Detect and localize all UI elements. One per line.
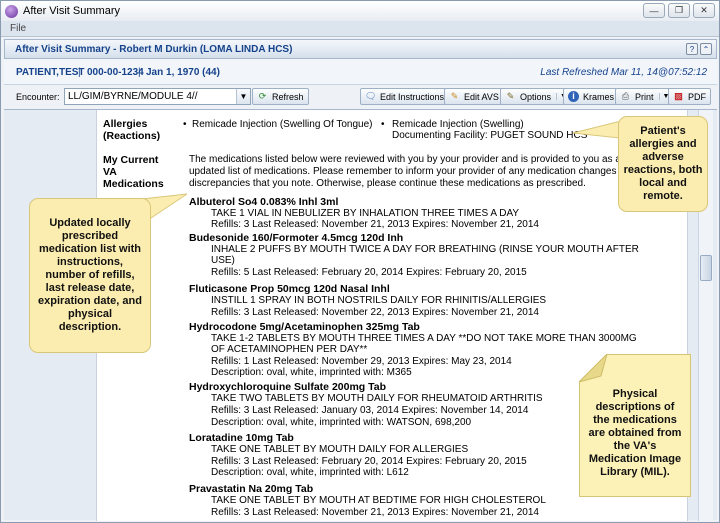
medication-name: Loratadine 10mg Tab bbox=[189, 432, 294, 444]
mil-note-text: Physical descriptions of the medications… bbox=[588, 388, 682, 478]
minimize-icon[interactable]: — bbox=[643, 3, 665, 18]
window-title: After Visit Summary bbox=[23, 5, 120, 17]
medication-description: Description: oval, white, imprinted with… bbox=[211, 467, 409, 478]
summary-header: After Visit Summary - Robert M Durkin (L… bbox=[4, 39, 717, 59]
app-icon bbox=[5, 4, 18, 18]
options-button[interactable]: ✎ Options ▼ bbox=[500, 88, 572, 105]
chevron-down-icon[interactable]: ▼ bbox=[236, 89, 250, 104]
print-button[interactable]: ⎙ Print ▼ bbox=[615, 88, 675, 105]
close-icon[interactable]: ✕ bbox=[693, 3, 715, 18]
medication-description: Description: oval, white, imprinted with… bbox=[211, 417, 472, 428]
help-icon[interactable]: ? bbox=[686, 43, 698, 55]
pdf-button[interactable]: ▨ PDF bbox=[668, 88, 711, 105]
medications-heading: My Current VA Medications bbox=[103, 154, 164, 190]
edit-instructions-button[interactable]: 🗨 Edit Instructions bbox=[360, 88, 450, 105]
printer-icon: ⎙ bbox=[621, 91, 630, 101]
folded-corner-icon bbox=[579, 354, 608, 383]
refresh-button[interactable]: ⟳ Refresh bbox=[252, 88, 309, 105]
medication-name: Fluticasone Prop 50mcg 120d Nasal Inhl bbox=[189, 283, 390, 295]
medication-instructions: INSTILL 1 SPRAY IN BOTH NOSTRILS DAILY F… bbox=[211, 295, 547, 306]
encounter-select[interactable]: LL/GIM/BYRNE/MODULE 4// ▼ bbox=[64, 88, 251, 105]
medications-intro: updated list of medications. Please reme… bbox=[189, 166, 629, 177]
allergies-callout-text: Patient's allergies and adverse reaction… bbox=[623, 125, 703, 202]
medication-instructions: TAKE 1-2 TABLETS BY MOUTH THREE TIMES A … bbox=[211, 333, 637, 344]
medication-instructions: TAKE 1 VIAL IN NEBULIZER BY INHALATION T… bbox=[211, 208, 520, 219]
options-label: Options bbox=[520, 91, 552, 102]
print-label: Print bbox=[635, 91, 654, 102]
title-bar: After Visit Summary — ❐ ✕ bbox=[1, 1, 719, 21]
patient-info-bar: PATIENT,TEST | 000-00-1234 | Jan 1, 1970… bbox=[4, 59, 717, 85]
menu-file[interactable]: File bbox=[10, 23, 26, 34]
medication-instructions: INHALE 2 PUFFS BY MOUTH TWICE A DAY FOR … bbox=[211, 244, 639, 255]
header-icons: ? ⌃ bbox=[686, 43, 712, 55]
allergy-item: Remicade Injection (Swelling) bbox=[392, 119, 524, 130]
medication-refills: Refills: 3 Last Released: February 20, 2… bbox=[211, 456, 527, 467]
medications-callout-text: Updated locally prescribed medication li… bbox=[38, 217, 142, 333]
bullet: • bbox=[183, 119, 187, 130]
medication-name: Hydroxychloroquine Sulfate 200mg Tab bbox=[189, 381, 387, 393]
info-icon: i bbox=[568, 91, 579, 102]
patient-dob: Jan 1, 1970 (44) bbox=[146, 67, 220, 78]
edit-instructions-label: Edit Instructions bbox=[380, 91, 445, 102]
options-icon: ✎ bbox=[506, 91, 515, 101]
medications-intro: discrepancies that you note. Otherwise, … bbox=[189, 178, 586, 189]
allergy-facility: Documenting Facility: PUGET SOUND HCS bbox=[392, 130, 588, 141]
medication-description: Description: oval, white, imprinted with… bbox=[211, 367, 412, 378]
medications-intro: The medications listed below were review… bbox=[189, 154, 627, 165]
medications-label: My Current bbox=[103, 154, 159, 166]
reactions-label: (Reactions) bbox=[103, 130, 161, 142]
restore-icon[interactable]: ❐ bbox=[668, 3, 690, 18]
allergies-heading: Allergies (Reactions) bbox=[103, 118, 160, 142]
allergies-callout: Patient's allergies and adverse reaction… bbox=[618, 116, 708, 212]
separator: | bbox=[78, 67, 81, 78]
pdf-icon: ▨ bbox=[674, 91, 683, 101]
patient-name: PATIENT,TEST bbox=[16, 67, 85, 78]
medication-name: Hydrocodone 5mg/Acetaminophen 325mg Tab bbox=[189, 321, 420, 333]
summary-title: After Visit Summary - Robert M Durkin (L… bbox=[15, 44, 293, 55]
separator: | bbox=[138, 67, 141, 78]
edit-avs-button[interactable]: ✎ Edit AVS bbox=[444, 88, 504, 105]
pencil-icon: ✎ bbox=[450, 91, 459, 101]
medication-refills: Refills: 1 Last Released: November 29, 2… bbox=[211, 356, 512, 367]
medication-refills: Refills: 3 Last Released: January 03, 20… bbox=[211, 405, 529, 416]
allergy-item: Remicade Injection (Swelling Of Tongue) bbox=[192, 119, 373, 130]
toolbar: Encounter: LL/GIM/BYRNE/MODULE 4// ▼ ⟳ R… bbox=[4, 86, 717, 108]
medication-refills: Refills: 3 Last Released: November 21, 2… bbox=[211, 507, 539, 518]
medication-name: Pravastatin Na 20mg Tab bbox=[189, 483, 314, 495]
krames-button[interactable]: i Krames bbox=[563, 88, 620, 105]
medication-name: Budesonide 160/Formoter 4.5mcg 120d Inh bbox=[189, 232, 404, 244]
encounter-value: LL/GIM/BYRNE/MODULE 4// bbox=[68, 91, 198, 102]
medications-callout: Updated locally prescribed medication li… bbox=[29, 198, 151, 353]
window-controls: — ❐ ✕ bbox=[643, 3, 715, 18]
refresh-label: Refresh bbox=[272, 91, 304, 102]
medication-refills: Refills: 3 Last Released: November 22, 2… bbox=[211, 307, 539, 318]
medications-label: VA bbox=[103, 166, 117, 178]
medication-instructions: USE) bbox=[211, 255, 235, 266]
patient-ssn: 000-00-1234 bbox=[87, 67, 144, 78]
medication-refills: Refills: 3 Last Released: November 21, 2… bbox=[211, 219, 539, 230]
medication-name: Albuterol So4 0.083% Inhl 3ml bbox=[189, 196, 339, 208]
menu-bar: File bbox=[1, 21, 719, 37]
refresh-icon: ⟳ bbox=[258, 91, 267, 101]
medication-instructions: TAKE ONE TABLET BY MOUTH DAILY FOR ALLER… bbox=[211, 444, 469, 455]
scrollbar-thumb[interactable] bbox=[700, 255, 712, 281]
app-window: After Visit Summary — ❐ ✕ File After Vis… bbox=[0, 0, 720, 523]
last-refreshed: Last Refreshed Mar 11, 14@07:52:12 bbox=[540, 67, 707, 78]
medication-instructions: OF ACETAMINOPHEN PER DAY** bbox=[211, 344, 368, 355]
edit-avs-label: Edit AVS bbox=[464, 91, 499, 102]
allergies-label: Allergies bbox=[103, 118, 148, 130]
krames-label: Krames bbox=[583, 91, 615, 102]
medication-instructions: TAKE TWO TABLETS BY MOUTH DAILY FOR RHEU… bbox=[211, 393, 543, 404]
medication-refills: Refills: 5 Last Released: February 20, 2… bbox=[211, 267, 527, 278]
encounter-label: Encounter: bbox=[16, 92, 60, 102]
bullet: • bbox=[381, 119, 385, 130]
collapse-icon[interactable]: ⌃ bbox=[700, 43, 712, 55]
pdf-label: PDF bbox=[688, 91, 706, 102]
medication-instructions: TAKE ONE TABLET BY MOUTH AT BEDTIME FOR … bbox=[211, 495, 546, 506]
speech-bubble-icon: 🗨 bbox=[365, 91, 377, 101]
